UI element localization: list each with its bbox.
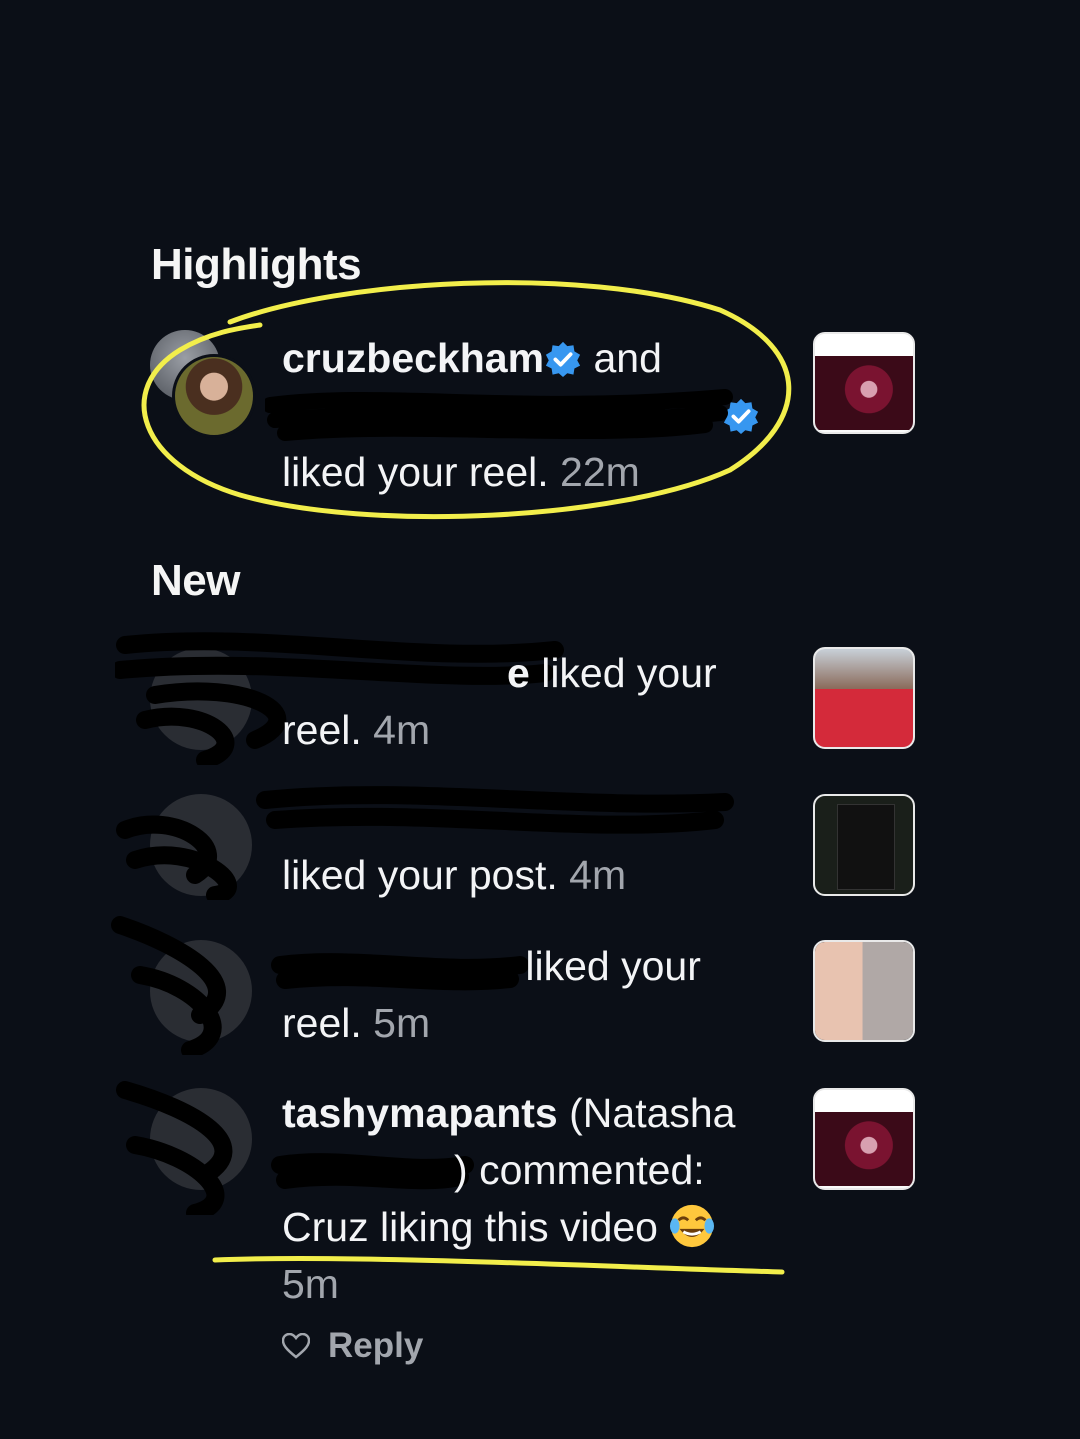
thumbnail-image (815, 1112, 913, 1186)
avatar-cruzbeckham (172, 354, 256, 438)
thumbnail-banner (815, 689, 913, 747)
reel-thumbnail[interactable] (813, 1088, 915, 1190)
comment-notification-text[interactable]: tashymapants (Natasha ) commented: Cruz … (282, 1085, 782, 1313)
action-text: liked your reel. (282, 449, 549, 495)
connector-text: and (593, 335, 662, 381)
redacted-username (282, 792, 702, 832)
redacted-username (282, 389, 722, 429)
thumbnail-image (815, 649, 913, 689)
timestamp: 4m (373, 707, 431, 753)
username-suffix: e (507, 650, 530, 696)
verified-badge-icon (723, 398, 759, 435)
timestamp: 4m (569, 852, 627, 898)
notification-text[interactable]: e liked your reel. 4m (282, 645, 782, 759)
notification-text[interactable]: liked your reel. 5m (282, 938, 782, 1052)
reel-thumbnail[interactable] (813, 332, 915, 434)
post-thumbnail[interactable] (813, 794, 915, 896)
verified-badge-icon (545, 341, 581, 378)
reel-thumbnail[interactable] (813, 940, 915, 1042)
new-heading: New (151, 556, 240, 605)
thumbnail-caption-strip (815, 1090, 913, 1112)
action-text: commented: (479, 1147, 705, 1193)
comment-text: Cruz liking this video (282, 1204, 658, 1250)
highlight-notification-text[interactable]: cruzbeckham and liked your reel. 22m (282, 330, 782, 501)
action-text: liked your post. (282, 852, 558, 898)
thumbnail-image (815, 356, 913, 430)
avatar[interactable] (150, 648, 252, 750)
display-name-close: ) (454, 1147, 468, 1193)
highlights-heading: Highlights (151, 240, 362, 289)
avatar[interactable] (150, 940, 252, 1042)
avatar[interactable] (150, 1088, 252, 1190)
notifications-page: Highlights cruzbeckham and liked your re… (0, 0, 1080, 1439)
reel-thumbnail[interactable] (813, 647, 915, 749)
username-tashymapants[interactable]: tashymapants (282, 1090, 558, 1136)
action-text-2: reel. (282, 1000, 362, 1046)
action-text: liked your (525, 943, 701, 989)
heart-icon[interactable] (282, 1333, 310, 1359)
thumbnail-image (815, 942, 913, 1040)
username-cruzbeckham[interactable]: cruzbeckham (282, 335, 544, 381)
thumbnail-image (837, 804, 895, 890)
timestamp: 5m (373, 1000, 431, 1046)
reply-row: Reply (282, 1326, 423, 1366)
action-text: liked your (541, 650, 717, 696)
reply-button[interactable]: Reply (328, 1326, 423, 1366)
timestamp: 5m (282, 1261, 339, 1307)
display-name-open: (Natasha (569, 1090, 736, 1136)
timestamp: 22m (560, 449, 640, 495)
thumbnail-caption-strip (815, 334, 913, 356)
notification-text[interactable]: liked your post. 4m (282, 790, 782, 904)
action-text-2: reel. (282, 707, 362, 753)
avatar[interactable] (150, 794, 252, 896)
tears-of-joy-emoji-icon (670, 1204, 715, 1248)
highlight-avatar-stack[interactable] (150, 330, 260, 440)
